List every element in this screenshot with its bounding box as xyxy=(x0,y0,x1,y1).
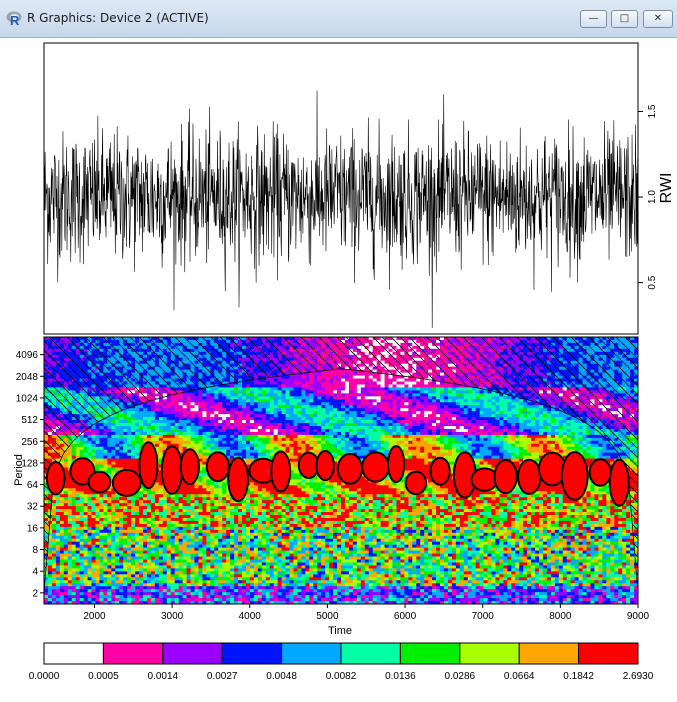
legend-swatch xyxy=(281,642,342,665)
time-tick-label: 7000 xyxy=(472,611,495,622)
plot-area: 0.51.01.5 RWI 24816326412825651210242048… xyxy=(13,42,675,682)
legend-swatch xyxy=(340,642,401,665)
legend-break-label: 0.1842 xyxy=(563,671,594,682)
legend-break-label: 0.0082 xyxy=(326,671,357,682)
legend-swatch xyxy=(399,642,461,665)
time-tick-label: 2000 xyxy=(83,611,106,622)
period-tick-label: 4 xyxy=(32,567,38,578)
legend-break-label: 0.0664 xyxy=(504,671,535,682)
time-tick-label: 6000 xyxy=(394,611,417,622)
period-tick-label: 32 xyxy=(27,502,39,513)
time-axis-label: Time xyxy=(328,625,352,637)
legend-swatch xyxy=(102,642,164,665)
rwi-axis-label: RWI xyxy=(658,173,675,204)
time-tick-label: 8000 xyxy=(549,611,572,622)
period-tick-label: 4096 xyxy=(16,350,39,361)
period-tick-label: 1024 xyxy=(16,393,39,404)
power-legend: 0.0000 0.0005 0.0014 0.0027 0.0048 0.0082 0.01… xyxy=(29,642,654,682)
maximize-button[interactable]: □ xyxy=(611,10,638,28)
minimize-button[interactable]: — xyxy=(580,10,607,28)
legend-break-label: 0.0286 xyxy=(445,671,476,682)
legend-break-label: 0.0048 xyxy=(266,671,297,682)
rwi-tick-label: 1.0 xyxy=(647,190,658,204)
rwi-tick-label: 0.5 xyxy=(647,275,658,289)
legend-swatch xyxy=(459,642,520,665)
legend-swatch xyxy=(43,642,104,665)
legend-break-label: 0.0014 xyxy=(148,671,179,682)
period-axis-label: Period xyxy=(13,454,25,486)
time-tick-label: 9000 xyxy=(627,611,650,622)
window-titlebar[interactable]: R R Graphics: Device 2 (ACTIVE) — □ ✕ xyxy=(0,0,677,38)
period-tick-label: 512 xyxy=(21,415,38,426)
legend-break-label: 0.0000 xyxy=(29,671,60,682)
legend-break-label: 0.0027 xyxy=(207,671,238,682)
time-tick-label: 5000 xyxy=(316,611,339,622)
window-title: R Graphics: Device 2 (ACTIVE) xyxy=(27,11,209,25)
legend-break-label: 0.0005 xyxy=(88,671,119,682)
legend-swatch xyxy=(518,642,580,665)
period-tick-label: 256 xyxy=(21,437,38,448)
legend-swatch xyxy=(578,642,639,665)
period-tick-label: 16 xyxy=(27,523,39,534)
period-tick-label: 8 xyxy=(32,545,38,556)
period-tick-label: 64 xyxy=(27,480,39,491)
rwi-y-axis: 0.5 1.0 1.5 xyxy=(638,104,658,290)
r-logo-icon: R xyxy=(6,11,22,26)
period-tick-label: 2 xyxy=(32,588,38,599)
wavelet-power-panel: 248163264128256512102420484096 2000 3000 4… xyxy=(13,336,650,637)
legend-swatch xyxy=(221,642,283,665)
time-tick-label: 3000 xyxy=(161,611,184,622)
legend-swatch xyxy=(162,642,223,665)
rwi-tick-label: 1.5 xyxy=(647,104,658,118)
rwi-series-panel: 0.5 1.0 1.5 RWI xyxy=(43,42,675,335)
legend-break-label: 2.6930 xyxy=(623,671,654,682)
time-tick-label: 4000 xyxy=(239,611,262,622)
close-button[interactable]: ✕ xyxy=(643,10,673,28)
svg-text:R: R xyxy=(10,13,20,26)
time-x-axis: 2000 3000 4000 5000 6000 7000 8000 9000 xyxy=(83,604,650,622)
rwi-series-line xyxy=(44,90,638,328)
period-tick-label: 2048 xyxy=(16,372,39,383)
graphics-device-canvas: 0.5 1.0 1.5 RWI 2 4 8 16 32 64 128 256 512 1024 2048… xyxy=(0,38,677,702)
legend-break-label: 0.0136 xyxy=(385,671,416,682)
